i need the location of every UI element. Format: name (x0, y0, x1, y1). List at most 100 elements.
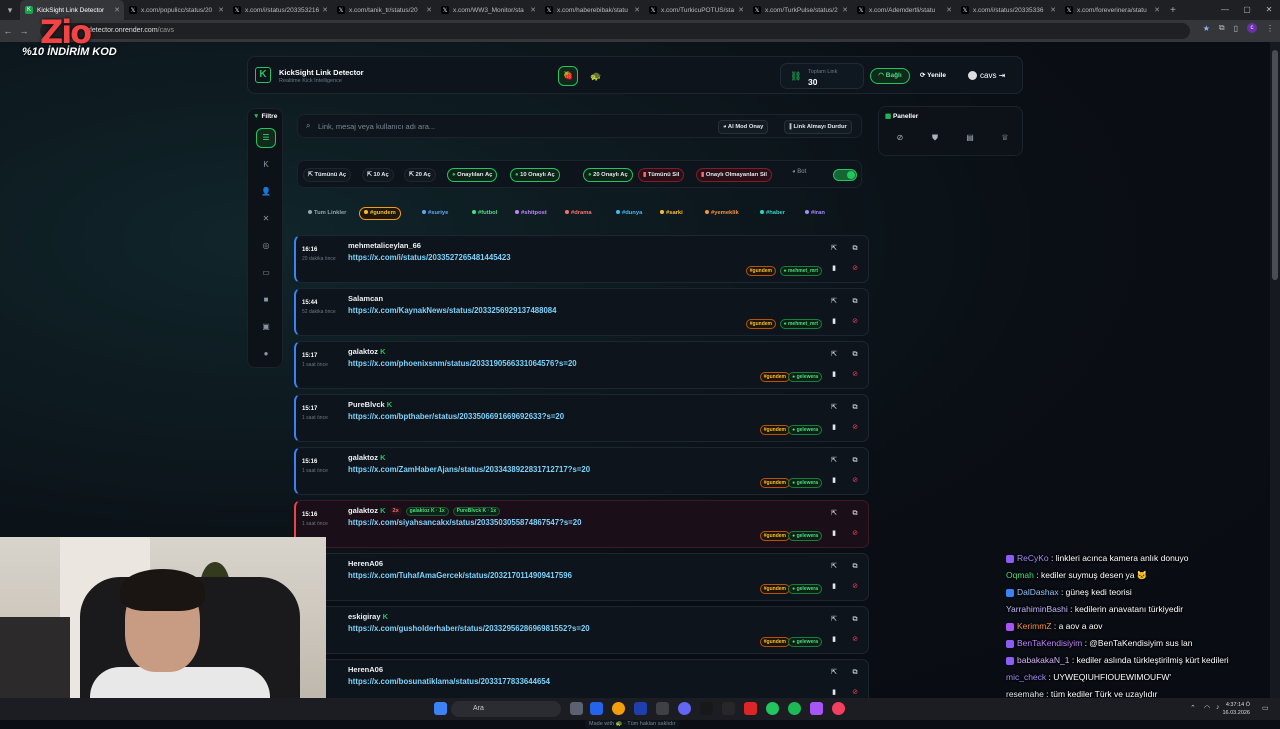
link-url[interactable]: https://x.com/phoenixsnm/status/20331905… (348, 359, 577, 368)
browser-tab[interactable]: 𝕏x.com/i/status/203353216 ✕ (228, 0, 332, 20)
tag-filter-yemeklik[interactable]: #yemeklik (700, 207, 744, 220)
tab-close-icon[interactable]: ✕ (946, 6, 952, 14)
browser-tab[interactable]: 𝕏x.com/Ademdertli/statu ✕ (852, 0, 956, 20)
new-tab-button[interactable]: + (1164, 5, 1182, 16)
delete-link-icon[interactable]: ▮ (829, 423, 839, 433)
ban-user-icon[interactable]: ⊘ (850, 635, 860, 645)
tab-close-icon[interactable]: ✕ (218, 6, 224, 14)
list-panel-icon[interactable]: ▤ (962, 130, 978, 146)
tab-close-icon[interactable]: ✕ (738, 6, 744, 14)
tag-filter-drama[interactable]: #drama (560, 207, 597, 220)
green-app-icon[interactable] (766, 702, 779, 715)
open-20-button[interactable]: ⇱ 20 Aç (404, 168, 436, 182)
filter-instagram-icon[interactable]: ◎ (256, 236, 276, 256)
browser-tab[interactable]: 𝕏x.com/populicc/status/20 ✕ (124, 0, 228, 20)
bookmark-star-icon[interactable]: ★ (1203, 24, 1210, 33)
filter-kick-icon[interactable]: K (256, 155, 276, 175)
link-url[interactable]: https://x.com/gusholderhaber/status/2033… (348, 624, 590, 633)
link-url[interactable]: https://x.com/i/status/20335272654814454… (348, 253, 511, 262)
tag-filter-dunya[interactable]: #dunya (611, 207, 647, 220)
ban-user-icon[interactable]: ⊘ (850, 370, 860, 380)
copy-link-icon[interactable]: ⧉ (850, 668, 860, 678)
tag-filter-haber[interactable]: #haber (755, 207, 790, 220)
copy-link-icon[interactable]: ⧉ (850, 562, 860, 572)
filter-all-icon[interactable]: ☰ (256, 128, 276, 148)
copy-link-icon[interactable]: ⧉ (850, 615, 860, 625)
copy-link-icon[interactable]: ⧉ (850, 297, 860, 307)
turtle-icon[interactable]: 🐢 (586, 66, 606, 86)
open-20-approved-button[interactable]: ● 20 Onaylı Aç (583, 168, 633, 182)
copy-link-icon[interactable]: ⧉ (850, 244, 860, 254)
delete-link-icon[interactable]: ▮ (829, 529, 839, 539)
ban-user-icon[interactable]: ⊘ (850, 317, 860, 327)
trophy-panel-icon[interactable]: ♕ (997, 130, 1013, 146)
tab-close-icon[interactable]: ✕ (114, 6, 120, 14)
tag-filter-iran[interactable]: #iran (800, 207, 830, 220)
ban-user-icon[interactable]: ⊘ (850, 476, 860, 486)
link-url[interactable]: https://x.com/bpthaber/status/2033506691… (348, 412, 564, 421)
tag-filter-suriye[interactable]: #suriye (417, 207, 453, 220)
ban-panel-icon[interactable]: ⊘ (892, 130, 908, 146)
copy-link-icon[interactable]: ⧉ (850, 403, 860, 413)
filter-video-icon[interactable]: ■ (256, 290, 276, 310)
maximize-icon[interactable]: ▢ (1236, 0, 1258, 20)
taskbar-search[interactable]: Ara (451, 701, 561, 717)
explorer-icon[interactable] (634, 702, 647, 715)
open-link-icon[interactable]: ⇱ (829, 509, 839, 519)
tag-filter-gundem[interactable]: #gundem (359, 207, 401, 220)
browser-menu-icon[interactable]: ⋮ (1266, 24, 1274, 33)
tab-close-icon[interactable]: ✕ (842, 6, 848, 14)
open-link-icon[interactable]: ⇱ (829, 615, 839, 625)
tab-close-icon[interactable]: ✕ (1050, 6, 1056, 14)
windows-start-icon[interactable] (434, 702, 447, 715)
refresh-button[interactable]: ⟳ Yenile (920, 68, 946, 84)
delete-link-icon[interactable]: ▮ (829, 582, 839, 592)
open-link-icon[interactable]: ⇱ (829, 350, 839, 360)
filter-youtube-icon[interactable]: ▭ (256, 263, 276, 283)
tag-filter-futbol[interactable]: #futbol (467, 207, 502, 220)
tab-close-icon[interactable]: ✕ (634, 6, 640, 14)
tab-close-icon[interactable]: ✕ (426, 6, 432, 14)
tab-close-icon[interactable]: ✕ (530, 6, 536, 14)
red-app-icon[interactable] (744, 702, 757, 715)
streamer-avatar-icon[interactable]: 🍓 (558, 66, 578, 86)
browser-tab[interactable]: 𝕏x.com/haberebibak/statu ✕ (540, 0, 644, 20)
search-input[interactable] (318, 119, 708, 134)
minimize-icon[interactable]: — (1214, 0, 1236, 20)
app-icon[interactable] (656, 702, 669, 715)
ban-user-icon[interactable]: ⊘ (850, 264, 860, 274)
copy-link-icon[interactable]: ⧉ (850, 350, 860, 360)
link-url[interactable]: https://x.com/bosunatiklama/status/20331… (348, 677, 550, 686)
taskbar-clock[interactable]: 4:37:14 Ö 16.03.2026 (1222, 701, 1250, 717)
ai-mode-button[interactable]: ◕ AI Mod Onay (718, 120, 769, 134)
delete-link-icon[interactable]: ▮ (829, 317, 839, 327)
edge-icon[interactable] (590, 702, 603, 715)
wifi-tray-icon[interactable]: ◠ (1204, 704, 1210, 712)
open-10-approved-button[interactable]: ● 10 Onaylı Aç (510, 168, 560, 182)
bot-toggle[interactable] (833, 169, 857, 181)
open-link-icon[interactable]: ⇱ (829, 297, 839, 307)
delete-link-icon[interactable]: ▮ (829, 688, 839, 698)
chrome-icon[interactable] (612, 702, 625, 715)
filter-x-icon[interactable]: ✕ (256, 209, 276, 229)
delete-unapproved-button[interactable]: ▮ Onaylı Olmayanları Sil (696, 168, 773, 182)
delete-link-icon[interactable]: ▮ (829, 635, 839, 645)
purple-app-icon[interactable] (810, 702, 823, 715)
scrollbar-thumb[interactable] (1272, 50, 1278, 280)
stop-links-button[interactable]: ∥ Link Almayı Durdur (784, 120, 852, 134)
browser-tab[interactable]: 𝕏x.com/i/status/20335336 ✕ (956, 0, 1060, 20)
open-approved-button[interactable]: ● Onaylıları Aç (447, 168, 498, 182)
ban-user-icon[interactable]: ⊘ (850, 582, 860, 592)
delete-link-icon[interactable]: ▮ (829, 264, 839, 274)
tag-filter-sarki[interactable]: #sarki (655, 207, 688, 220)
link-url[interactable]: https://x.com/TuhafAmaGercek/status/2032… (348, 571, 572, 580)
open-10-button[interactable]: ⇱ 10 Aç (362, 168, 394, 182)
link-url[interactable]: https://x.com/KaynakNews/status/20332569… (348, 306, 556, 315)
open-link-icon[interactable]: ⇱ (829, 456, 839, 466)
ban-user-icon[interactable]: ⊘ (850, 529, 860, 539)
browser-tab[interactable]: 𝕏x.com/TurkPulse/status/2 ✕ (748, 0, 852, 20)
volume-icon[interactable]: ♪ (1216, 704, 1220, 711)
task-view-icon[interactable] (570, 702, 583, 715)
open-link-icon[interactable]: ⇱ (829, 668, 839, 678)
tag-filter-tum-linkler[interactable]: Tum Linkler (303, 207, 351, 220)
